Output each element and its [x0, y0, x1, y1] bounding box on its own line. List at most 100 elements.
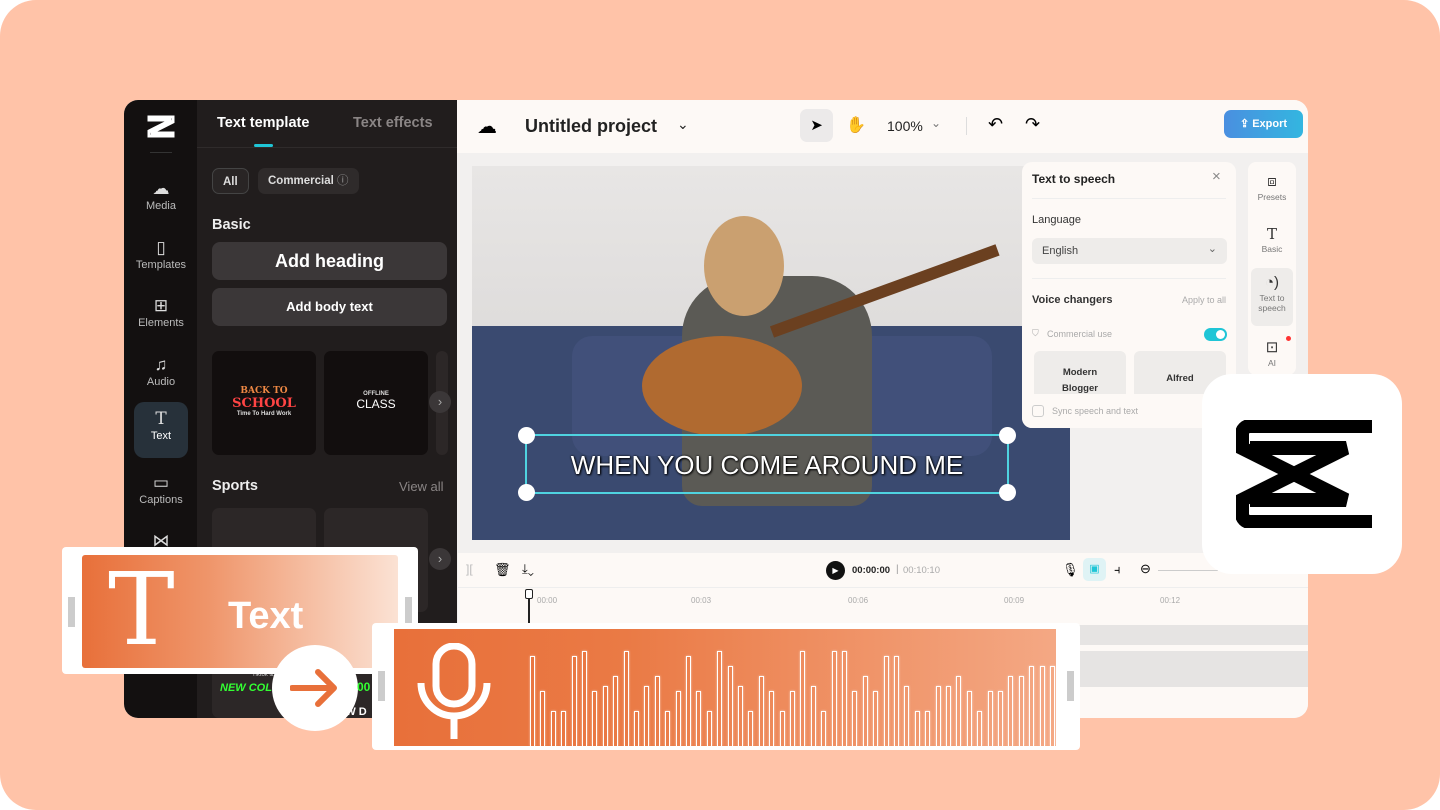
trash-icon[interactable]: 🗑	[494, 562, 511, 578]
sidebar-item-label: Media	[146, 200, 176, 212]
waveform-bar	[935, 686, 941, 746]
caption-text[interactable]: WHEN YOU COME AROUND ME	[527, 450, 1007, 481]
export-label: Export	[1252, 118, 1288, 130]
tab-text-template[interactable]: Text template	[217, 115, 309, 131]
export-button[interactable]: ⇪ Export	[1224, 110, 1303, 138]
playhead[interactable]	[525, 589, 533, 623]
rail-basic[interactable]: T Basic	[1251, 224, 1293, 254]
waveform-bar	[810, 686, 816, 746]
tick-label: 00:09	[1004, 596, 1025, 605]
resize-handle[interactable]	[999, 427, 1016, 444]
waveform-bar	[821, 711, 827, 746]
waveform-bar	[894, 656, 899, 746]
trim-handle-left[interactable]	[378, 671, 385, 701]
audio-clip[interactable]	[394, 629, 1056, 746]
caption-selection-box[interactable]: WHEN YOU COME AROUND ME	[518, 427, 1016, 501]
text-clip-card: T Text	[62, 547, 418, 674]
music-note-icon: ♫	[154, 355, 168, 374]
rail-text-to-speech[interactable]: ◔) Text to speech	[1251, 268, 1293, 326]
language-select[interactable]: English ⌄	[1032, 238, 1227, 264]
arrow-badge	[272, 645, 358, 731]
rail-presets[interactable]: ⧈ Presets	[1251, 172, 1293, 202]
resize-handle[interactable]	[999, 484, 1016, 501]
hand-tool-icon[interactable]: ✋	[846, 115, 866, 135]
waveform-bar	[727, 666, 733, 746]
filter-commercial[interactable]: Commercial ⓘ	[258, 168, 359, 194]
microphone-icon[interactable]: 🎙	[1062, 562, 1079, 578]
text-icon: T	[1266, 225, 1277, 243]
text-to-speech-panel: Text to speech × Language English ⌄ Voice…	[1022, 162, 1236, 428]
panel-title: Text to speech	[1032, 172, 1116, 186]
waveform-bar	[665, 711, 671, 746]
commercial-use-toggle[interactable]	[1204, 328, 1227, 341]
waveform-bar	[862, 676, 868, 746]
chevron-down-icon[interactable]: ⌄	[931, 116, 941, 130]
auto-snap-button[interactable]: ▣	[1083, 558, 1106, 581]
waveform-bar	[623, 651, 629, 746]
sidebar-item-audio[interactable]: ♫ Audio	[134, 348, 188, 404]
rail-label: Text to speech	[1258, 293, 1286, 313]
download-icon[interactable]: ⤓⌄	[522, 561, 534, 577]
sidebar-item-templates[interactable]: ▯ Templates	[134, 231, 188, 287]
undo-icon[interactable]: ↶	[988, 114, 1003, 135]
waveform-bar	[706, 711, 712, 746]
sidebar-item-label: Captions	[139, 494, 183, 506]
cloud-sync-icon[interactable]: ☁	[477, 114, 497, 139]
sidebar-item-elements[interactable]: ⊞ Elements	[134, 289, 188, 345]
waveform-bar	[1008, 676, 1014, 746]
capcut-logo-icon	[147, 115, 175, 138]
view-all-link[interactable]: View all	[399, 479, 444, 494]
add-heading-button[interactable]: Add heading	[212, 242, 447, 280]
zoom-level[interactable]: 100%	[887, 118, 923, 134]
split-icon[interactable]: ][	[466, 562, 473, 576]
track-clip[interactable]	[1078, 651, 1308, 687]
track-clip[interactable]	[1078, 625, 1308, 645]
waveform-bar	[779, 711, 785, 746]
language-label: Language	[1032, 214, 1081, 226]
resize-handle[interactable]	[518, 484, 535, 501]
select-tool-button[interactable]: ➤	[800, 109, 833, 142]
redo-icon[interactable]: ↷	[1025, 114, 1040, 135]
rail-ai[interactable]: ⊡ AI	[1251, 336, 1293, 368]
split-clip-icon[interactable]: ⫞	[1114, 562, 1121, 578]
resize-handle[interactable]	[518, 427, 535, 444]
notification-dot	[1286, 336, 1291, 341]
capcut-logo-icon	[1236, 420, 1372, 528]
scroll-right-button[interactable]: ›	[429, 548, 451, 570]
close-icon[interactable]: ×	[1212, 168, 1221, 185]
tick-label: 00:00	[537, 596, 558, 605]
project-title[interactable]: Untitled project	[525, 116, 657, 137]
waveform-bar	[540, 691, 546, 746]
presets-icon: ⧈	[1267, 173, 1277, 190]
microphone-icon	[417, 643, 491, 739]
chevron-down-icon[interactable]: ⌄	[677, 116, 689, 133]
trim-handle-left[interactable]	[68, 597, 75, 627]
trim-handle-right[interactable]	[1067, 671, 1074, 701]
waveform-bar	[956, 676, 962, 746]
right-rail: ⧈ Presets T Basic ◔) Text to speech ⊡ AI	[1248, 162, 1296, 375]
arrow-right-icon	[290, 669, 337, 707]
scroll-right-button[interactable]: ›	[429, 391, 451, 413]
tab-text-effects[interactable]: Text effects	[353, 115, 433, 131]
sync-checkbox[interactable]	[1032, 405, 1044, 417]
waveform-bar	[1029, 666, 1035, 746]
waveform-bar	[977, 711, 983, 746]
add-body-text-button[interactable]: Add body text	[212, 288, 447, 326]
template-offline-class[interactable]: OFFLINE CLASS	[324, 351, 428, 455]
apply-to-all-link[interactable]: Apply to all	[1182, 295, 1226, 305]
video-preview[interactable]: WHEN YOU COME AROUND ME	[472, 166, 1070, 540]
text-clip[interactable]: T Text	[82, 555, 398, 668]
section-sports: Sports	[212, 478, 258, 494]
waveform-bar	[686, 656, 691, 746]
zoom-out-icon[interactable]: ⊖	[1140, 561, 1151, 577]
play-button[interactable]: ▶	[826, 561, 845, 580]
waveform-bar	[800, 651, 806, 746]
sidebar-item-media[interactable]: ☁ Media	[134, 172, 188, 228]
sidebar-item-text[interactable]: T Text	[134, 402, 188, 458]
sidebar-item-captions[interactable]: ▭ Captions	[134, 466, 188, 522]
waveform-bar	[946, 686, 951, 746]
template-back-to-school[interactable]: BACK TO SCHOOL Time To Hard Work	[212, 351, 316, 455]
filter-all[interactable]: All	[212, 168, 249, 194]
zoom-slider[interactable]	[1158, 570, 1218, 571]
template-text: CLASS	[356, 397, 396, 411]
